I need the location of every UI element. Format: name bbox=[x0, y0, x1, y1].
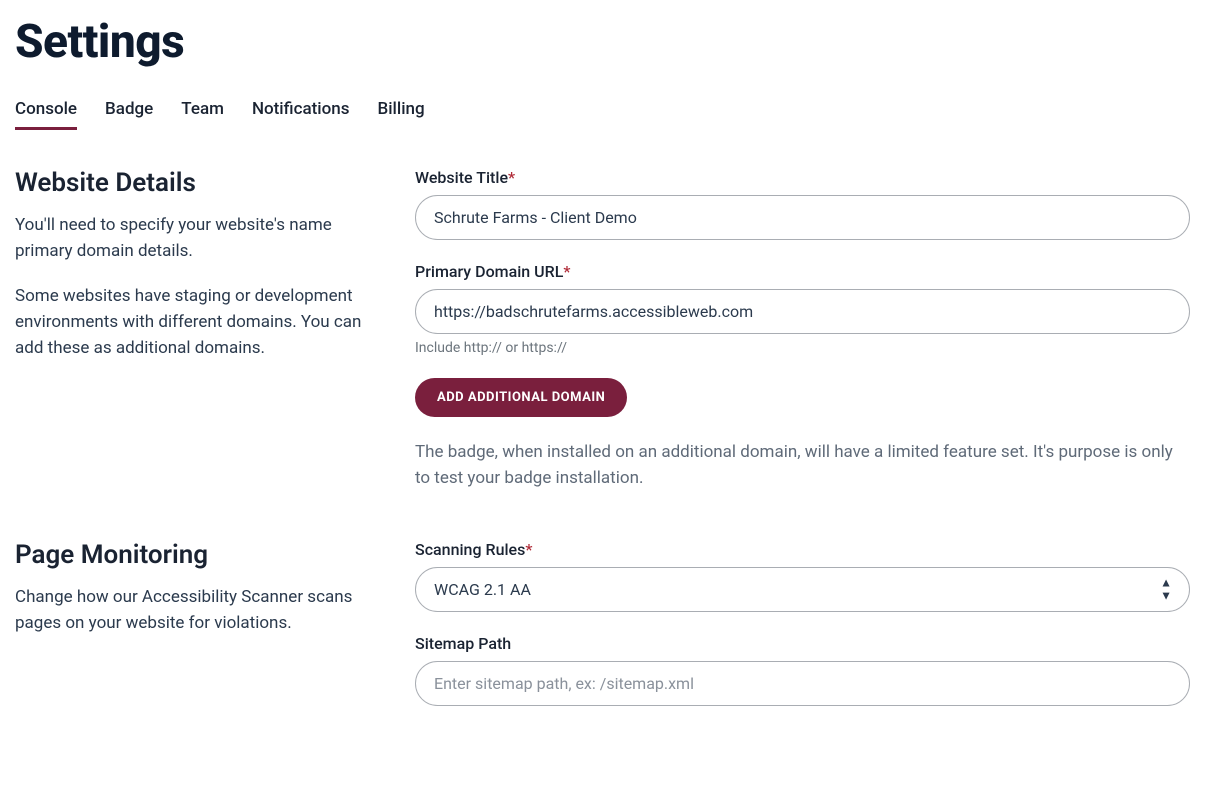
scanning-rules-label: Scanning Rules* bbox=[415, 540, 1190, 559]
website-title-label: Website Title* bbox=[415, 168, 1190, 187]
primary-domain-hint: Include http:// or https:// bbox=[415, 340, 1190, 356]
page-monitoring-title: Page Monitoring bbox=[15, 540, 375, 570]
scanning-rules-select[interactable]: WCAG 2.1 AA bbox=[415, 567, 1190, 612]
tab-console[interactable]: Console bbox=[15, 99, 77, 130]
website-details-section: Website Details You'll need to specify y… bbox=[15, 168, 1190, 492]
tabs-nav: Console Badge Team Notifications Billing bbox=[15, 99, 1190, 130]
tab-notifications[interactable]: Notifications bbox=[252, 99, 350, 130]
website-details-desc1: You'll need to specify your website's na… bbox=[15, 212, 375, 265]
badge-info-text: The badge, when installed on an addition… bbox=[415, 439, 1190, 492]
website-details-desc2: Some websites have staging or developmen… bbox=[15, 283, 375, 362]
tab-badge[interactable]: Badge bbox=[105, 99, 153, 130]
sitemap-path-input[interactable] bbox=[415, 661, 1190, 706]
page-title: Settings bbox=[15, 15, 1190, 69]
website-details-title: Website Details bbox=[15, 168, 375, 198]
tab-billing[interactable]: Billing bbox=[377, 99, 424, 130]
tab-team[interactable]: Team bbox=[181, 99, 224, 130]
sitemap-path-label: Sitemap Path bbox=[415, 634, 1190, 653]
primary-domain-input[interactable] bbox=[415, 289, 1190, 334]
website-title-input[interactable] bbox=[415, 195, 1190, 240]
primary-domain-label: Primary Domain URL* bbox=[415, 262, 1190, 281]
add-additional-domain-button[interactable]: Add Additional Domain bbox=[415, 378, 627, 417]
page-monitoring-desc: Change how our Accessibility Scanner sca… bbox=[15, 584, 375, 637]
page-monitoring-section: Page Monitoring Change how our Accessibi… bbox=[15, 540, 1190, 728]
